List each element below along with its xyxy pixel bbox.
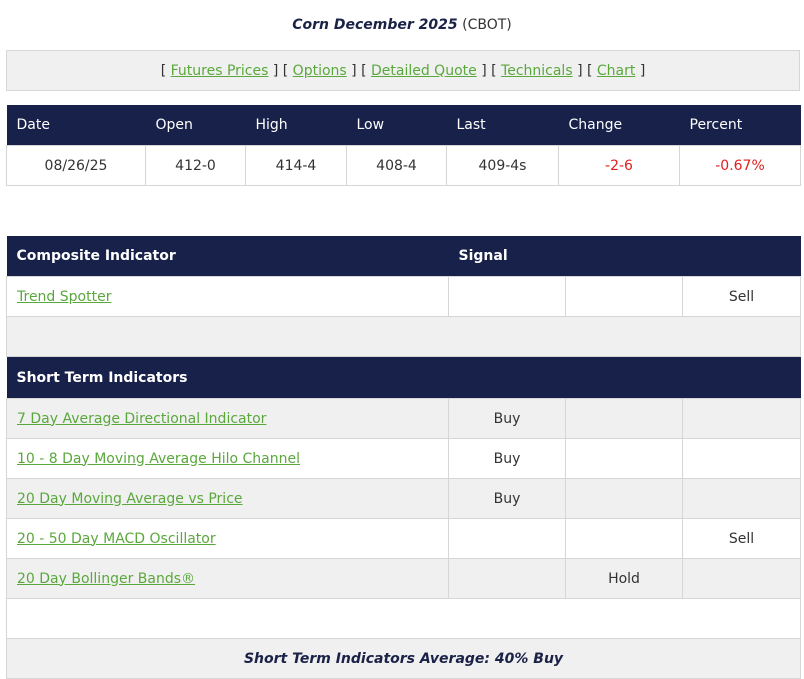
signal-buy <box>448 276 566 317</box>
signal-buy: Buy <box>448 438 566 479</box>
spacer-row <box>5 598 802 639</box>
nav-link-chart[interactable]: Chart <box>597 63 635 79</box>
signal-buy: Buy <box>448 398 566 439</box>
col-header-last: Last <box>446 105 559 146</box>
technicals-table: Composite Indicator Signal Trend Spotter… <box>5 236 802 679</box>
signal-sell <box>681 438 802 479</box>
nav-link-futures-prices[interactable]: Futures Prices <box>171 63 269 79</box>
price-last: 409-4s <box>446 145 559 186</box>
indicator-link-7-day-adx[interactable]: 7 Day Average Directional Indicator <box>17 411 266 427</box>
nav-link-technicals[interactable]: Technicals <box>501 63 573 79</box>
price-row: 08/26/25 412-0 414-4 408-4 409-4s -2-6 -… <box>6 145 801 186</box>
signal-sell <box>681 558 802 599</box>
signal-buy: Buy <box>448 478 566 519</box>
signal-hold <box>565 276 683 317</box>
price-change: -2-6 <box>558 145 680 186</box>
table-row: 7 Day Average Directional Indicator Buy <box>6 398 802 439</box>
signal-hold: Hold <box>565 558 683 599</box>
table-row: Trend Spotter Sell <box>6 276 802 317</box>
indicator-link-trend-spotter[interactable]: Trend Spotter <box>17 289 111 305</box>
price-low: 408-4 <box>346 145 447 186</box>
table-row: 10 - 8 Day Moving Average Hilo Channel B… <box>6 438 802 479</box>
composite-header-row: Composite Indicator Signal <box>6 236 801 277</box>
signal-buy <box>448 518 566 559</box>
col-header-date: Date <box>6 105 146 146</box>
composite-header: Composite Indicator <box>6 236 449 277</box>
nav-link-options[interactable]: Options <box>293 63 347 79</box>
signal-header: Signal <box>448 236 801 277</box>
table-row: 20 - 50 Day MACD Oscillator Sell <box>6 518 802 559</box>
commodity-name: Corn December 2025 <box>292 17 458 33</box>
short-term-average: Short Term Indicators Average: 40% Buy <box>5 638 802 679</box>
signal-sell: Sell <box>681 276 802 317</box>
indicator-link-macd-oscillator[interactable]: 20 - 50 Day MACD Oscillator <box>17 531 216 547</box>
indicator-link-20-day-ma-vs-price[interactable]: 20 Day Moving Average vs Price <box>17 491 243 507</box>
indicator-link-hilo-channel[interactable]: 10 - 8 Day Moving Average Hilo Channel <box>17 451 300 467</box>
page-title: Corn December 2025 (CBOT) <box>0 14 804 36</box>
short-term-header: Short Term Indicators <box>6 356 801 399</box>
price-table-header: Date Open High Low Last Change Percent <box>6 105 801 146</box>
signal-hold <box>565 518 683 559</box>
col-header-low: Low <box>346 105 447 146</box>
exchange-name: (CBOT) <box>462 17 512 33</box>
spacer-row <box>5 316 802 357</box>
signal-sell: Sell <box>681 518 802 559</box>
col-header-percent: Percent <box>679 105 801 146</box>
signal-sell <box>681 478 802 519</box>
col-header-open: Open <box>145 105 246 146</box>
signal-sell <box>681 398 802 439</box>
nav-bar: [ Futures Prices ] [ Options ] [ Detaile… <box>6 50 800 91</box>
signal-buy <box>448 558 566 599</box>
table-row: 20 Day Moving Average vs Price Buy <box>6 478 802 519</box>
short-term-average-row: Short Term Indicators Average: 40% Buy <box>5 638 802 679</box>
signal-hold <box>565 398 683 439</box>
price-open: 412-0 <box>145 145 246 186</box>
price-date: 08/26/25 <box>6 145 146 186</box>
col-header-high: High <box>245 105 347 146</box>
indicator-link-bollinger-bands[interactable]: 20 Day Bollinger Bands® <box>17 571 195 587</box>
price-high: 414-4 <box>245 145 347 186</box>
col-header-change: Change <box>558 105 680 146</box>
signal-hold <box>565 438 683 479</box>
short-term-header-row: Short Term Indicators <box>6 356 801 399</box>
price-percent: -0.67% <box>679 145 801 186</box>
signal-hold <box>565 478 683 519</box>
price-table: Date Open High Low Last Change Percent 0… <box>6 105 801 186</box>
table-row: 20 Day Bollinger Bands® Hold <box>6 558 802 599</box>
nav-link-detailed-quote[interactable]: Detailed Quote <box>371 63 477 79</box>
